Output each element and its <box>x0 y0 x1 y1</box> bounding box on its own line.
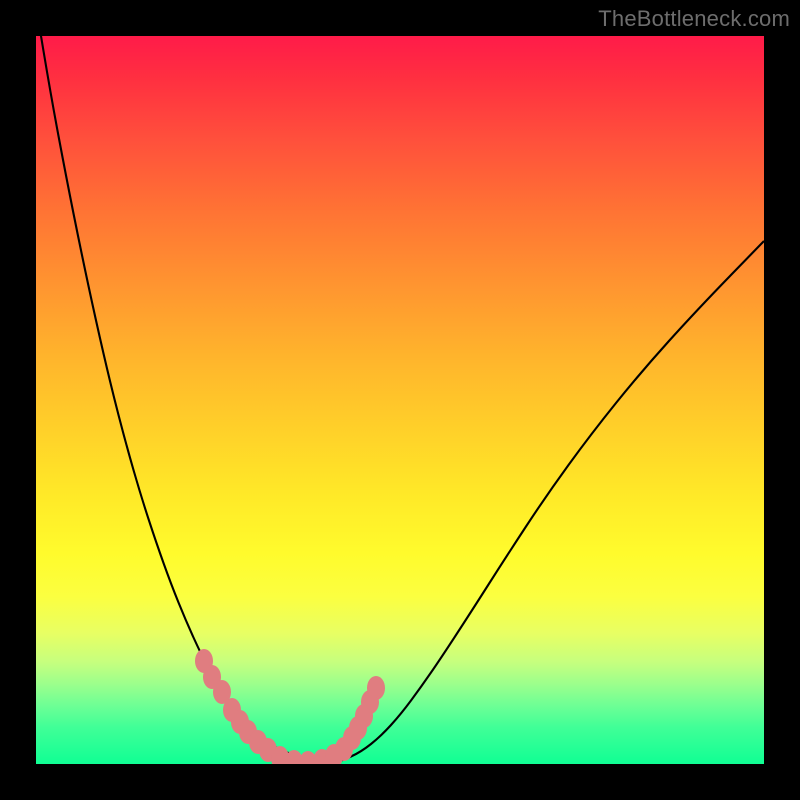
chart-frame: TheBottleneck.com <box>0 0 800 800</box>
marker-dot <box>367 676 385 700</box>
bottleneck-curve <box>36 36 764 763</box>
marker-group <box>195 649 385 764</box>
watermark-text: TheBottleneck.com <box>598 6 790 32</box>
plot-area <box>36 36 764 764</box>
curve-layer <box>36 36 764 764</box>
